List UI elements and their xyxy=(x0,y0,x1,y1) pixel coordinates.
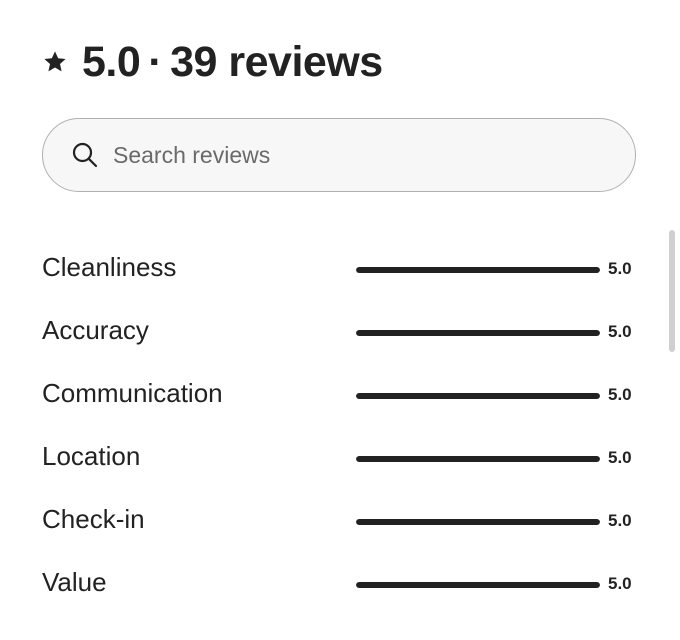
rating-value: 5.0 xyxy=(608,322,632,341)
ratings-list: Cleanliness 5.0 Accuracy 5.0 Communicati… xyxy=(42,238,642,616)
rating-bar xyxy=(356,330,600,336)
scrollbar[interactable] xyxy=(669,230,675,352)
search-input[interactable] xyxy=(113,141,583,169)
rating-label: Cleanliness xyxy=(42,252,177,282)
rating-bar-fill xyxy=(356,519,600,525)
rating-row-value: Value 5.0 xyxy=(42,553,642,616)
reviews-header: 5.0 · 39 reviews xyxy=(42,36,383,88)
rating-label: Accuracy xyxy=(42,315,149,345)
rating-value: 5.0 xyxy=(608,385,632,404)
rating-label: Check-in xyxy=(42,504,145,534)
rating-row-check-in: Check-in 5.0 xyxy=(42,490,642,553)
rating-value: 5.0 xyxy=(608,448,632,467)
page-title: 5.0 · 39 reviews xyxy=(82,38,383,87)
rating-bar xyxy=(356,393,600,399)
rating-row-cleanliness: Cleanliness 5.0 xyxy=(42,238,642,301)
rating-bar-fill xyxy=(356,582,600,588)
rating-value: 5.0 xyxy=(608,574,632,593)
overall-rating: 5.0 xyxy=(82,37,141,86)
rating-value: 5.0 xyxy=(608,259,632,278)
rating-bar-fill xyxy=(356,456,600,462)
rating-row-location: Location 5.0 xyxy=(42,427,642,490)
rating-bar xyxy=(356,519,600,525)
rating-bar-fill xyxy=(356,330,600,336)
search-bar[interactable] xyxy=(42,118,636,192)
search-icon xyxy=(71,141,99,169)
rating-row-accuracy: Accuracy 5.0 xyxy=(42,301,642,364)
reviews-count: 39 reviews xyxy=(170,37,383,86)
title-separator: · xyxy=(148,37,163,86)
rating-label: Value xyxy=(42,567,107,597)
rating-label: Communication xyxy=(42,378,223,408)
rating-bar xyxy=(356,582,600,588)
rating-bar-fill xyxy=(356,393,600,399)
rating-bar xyxy=(356,456,600,462)
rating-bar xyxy=(356,267,600,273)
rating-label: Location xyxy=(42,441,141,471)
rating-bar-fill xyxy=(356,267,600,273)
rating-value: 5.0 xyxy=(608,511,632,530)
star-icon xyxy=(42,49,68,75)
rating-row-communication: Communication 5.0 xyxy=(42,364,642,427)
